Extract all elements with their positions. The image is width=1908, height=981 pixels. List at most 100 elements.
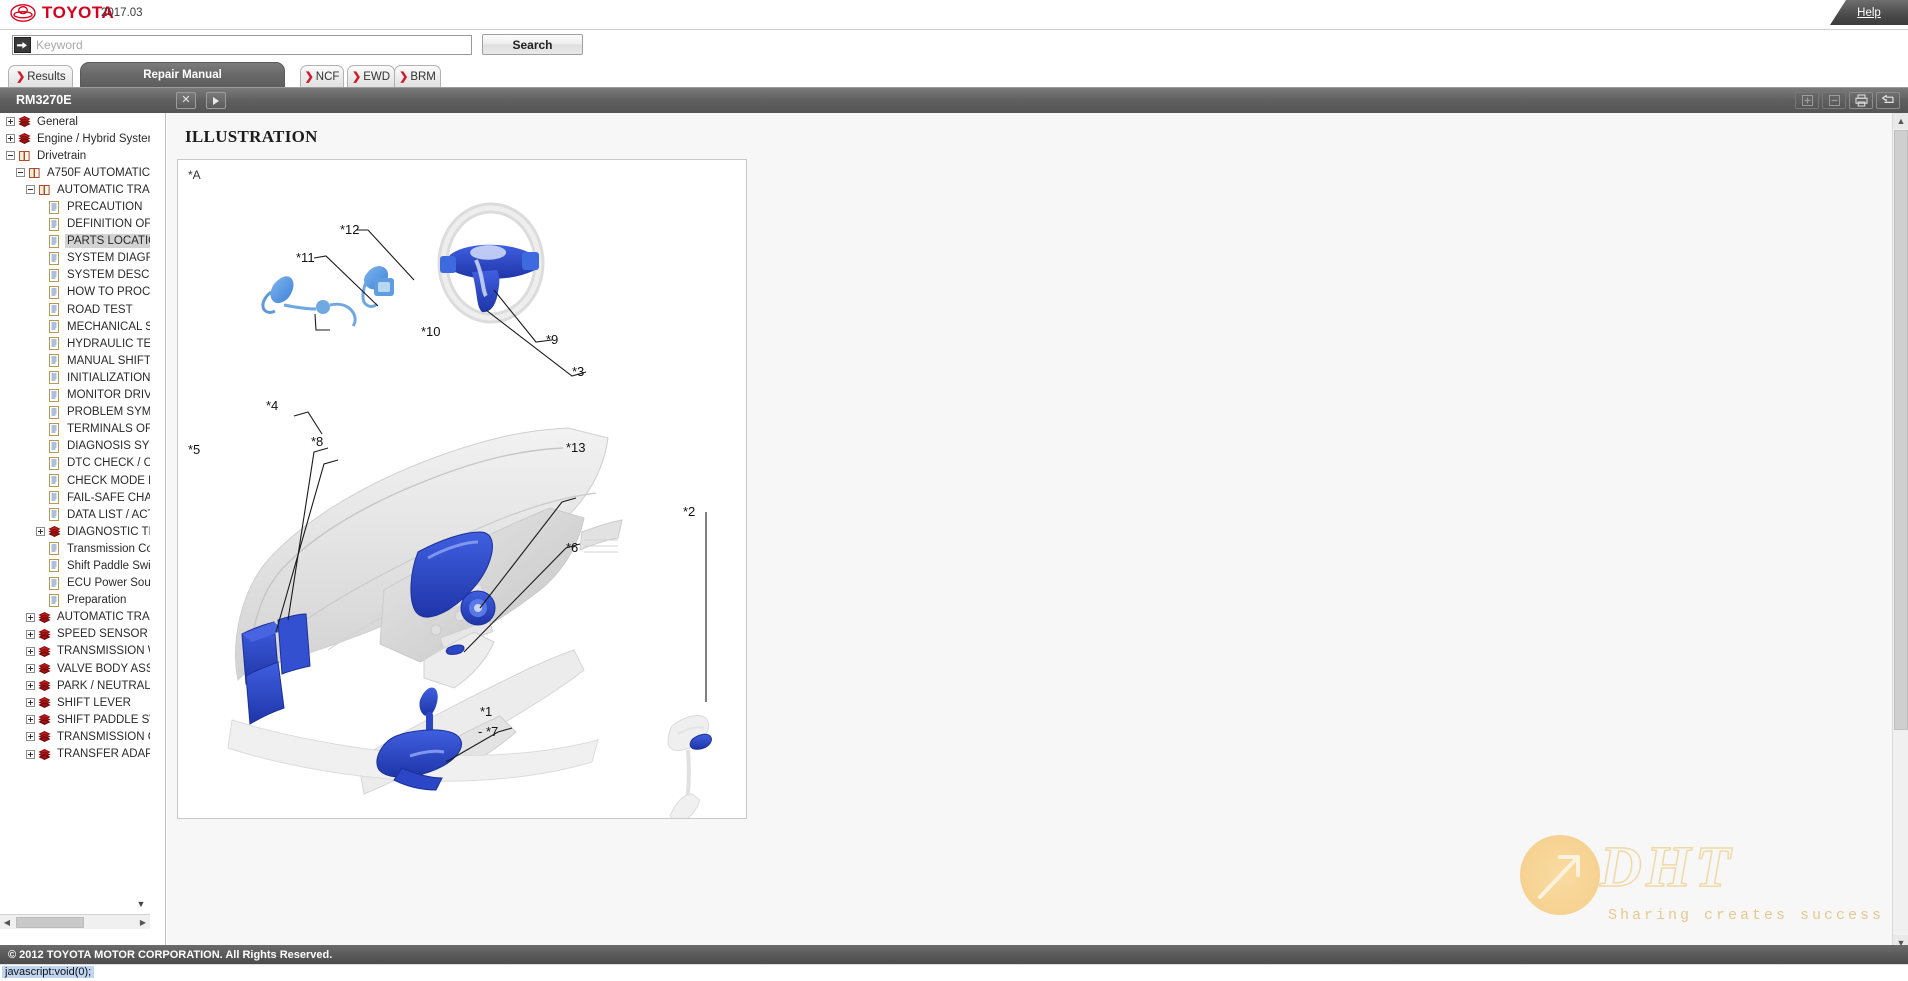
toyota-logo: TOYOTA — [10, 3, 114, 23]
tree-item-20[interactable]: DTC CHECK / CLEAR — [0, 455, 150, 472]
print-button[interactable] — [1849, 92, 1873, 109]
navigation-sidebar[interactable]: General Engine / Hybrid System Drivetrain A… — [0, 113, 166, 951]
tree-item-label: Drivetrain — [37, 149, 87, 162]
tree-item-28[interactable]: Preparation — [0, 592, 150, 609]
tree-item-31[interactable]: TRANSMISSION WIRE — [0, 643, 150, 660]
callout-5-label: *5 — [188, 442, 200, 457]
page-icon — [48, 491, 61, 505]
expand-icon[interactable] — [26, 612, 35, 622]
tab-ewd[interactable]: ❯ EWD — [347, 65, 395, 87]
tree-item-5[interactable]: PRECAUTION — [0, 198, 150, 215]
tree-item-27[interactable]: ECU Power Source Circuit — [0, 575, 150, 592]
tree-item-label: SYSTEM DIAGRAM — [67, 252, 150, 265]
tree-item-4[interactable]: AUTOMATIC TRANSMISSION SYSTEM — [0, 181, 150, 198]
tree-item-32[interactable]: VALVE BODY ASSEMBLY — [0, 660, 150, 677]
search-input[interactable] — [31, 37, 471, 53]
scrollbar-thumb[interactable] — [16, 916, 84, 928]
tree-item-24[interactable]: DIAGNOSTIC TROUBLE CODE CHART — [0, 523, 150, 540]
expand-icon[interactable] — [26, 715, 35, 725]
expand-all-button[interactable] — [1795, 92, 1819, 109]
tree-item-2[interactable]: Drivetrain — [0, 147, 150, 164]
tree-item-11[interactable]: ROAD TEST — [0, 301, 150, 318]
tree-item-6[interactable]: DEFINITION OF TERMS — [0, 216, 150, 233]
scroll-left-arrow[interactable]: ◀ — [0, 918, 14, 927]
collapse-icon[interactable] — [26, 185, 35, 195]
tree-item-35[interactable]: SHIFT PADDLE SWITCH — [0, 711, 150, 728]
tree-item-25[interactable]: Transmission Control — [0, 540, 150, 557]
search-field-wrapper[interactable] — [12, 35, 472, 55]
expand-icon[interactable] — [6, 134, 15, 144]
tree-item-1[interactable]: Engine / Hybrid System — [0, 130, 150, 147]
plus-box-icon — [1801, 95, 1813, 106]
tree-item-22[interactable]: FAIL-SAFE CHART — [0, 489, 150, 506]
tree-item-12[interactable]: MECHANICAL SYSTEM TEST — [0, 318, 150, 335]
expand-icon[interactable] — [26, 732, 35, 742]
tree-item-26[interactable]: Shift Paddle Switch — [0, 557, 150, 574]
expand-icon[interactable] — [6, 117, 15, 127]
tree-item-3[interactable]: A750F AUTOMATIC TRANSMISSION — [0, 164, 150, 181]
tree-scroll-down-arrow[interactable]: ▼ — [134, 897, 148, 911]
tree-item-18[interactable]: TERMINALS OF ECM — [0, 421, 150, 438]
tree-item-19[interactable]: DIAGNOSIS SYSTEM — [0, 438, 150, 455]
tree-item-9[interactable]: SYSTEM DESCRIPTION — [0, 267, 150, 284]
footer-copyright: © 2012 TOYOTA MOTOR CORPORATION. All Rig… — [0, 945, 1908, 964]
expand-icon[interactable] — [26, 749, 35, 759]
callout-10-label: *10 — [421, 324, 441, 339]
content-vertical-scrollbar[interactable]: ▲ ▼ — [1892, 113, 1908, 951]
search-button[interactable]: Search — [482, 34, 583, 55]
tree-item-21[interactable]: CHECK MODE PROCEDURE — [0, 472, 150, 489]
book-icon — [38, 628, 51, 641]
tree-item-34[interactable]: SHIFT LEVER — [0, 694, 150, 711]
expand-icon[interactable] — [26, 629, 35, 639]
tree-item-17[interactable]: PROBLEM SYMPTOMS TABLE — [0, 404, 150, 421]
tree-item-33[interactable]: PARK / NEUTRAL POSITION SWITCH — [0, 677, 150, 694]
collapse-icon[interactable] — [6, 151, 15, 161]
tab-repair-manual[interactable]: Repair Manual — [80, 62, 285, 87]
tree-item-30[interactable]: SPEED SENSOR — [0, 626, 150, 643]
scroll-right-arrow[interactable]: ▶ — [136, 918, 150, 927]
tree-item-36[interactable]: TRANSMISSION CONTROL — [0, 728, 150, 745]
help-link[interactable]: Help — [1857, 7, 1881, 19]
arrow-right-icon[interactable] — [14, 37, 31, 53]
tab-brm[interactable]: ❯ BRM — [394, 65, 441, 87]
collapse-icon[interactable] — [16, 168, 25, 178]
next-document-button[interactable] — [206, 92, 226, 109]
tree-item-label: AUTOMATIC TRANSMISSION SYSTEM — [57, 183, 150, 196]
tree-item-8[interactable]: SYSTEM DIAGRAM — [0, 250, 150, 267]
tree-item-23[interactable]: DATA LIST / ACTIVE TEST — [0, 506, 150, 523]
tab-ncf[interactable]: ❯ NCF — [300, 65, 344, 87]
content-scrollbar-thumb[interactable] — [1894, 130, 1908, 730]
collapse-all-button[interactable] — [1822, 92, 1846, 109]
expand-icon[interactable] — [26, 698, 35, 708]
back-button[interactable] — [1876, 92, 1900, 109]
book-icon — [18, 115, 31, 128]
tab-results[interactable]: ❯ Results — [8, 65, 73, 87]
tree-item-label: PARTS LOCATION — [65, 234, 150, 249]
tree-item-16[interactable]: MONITOR DRIVE PATTERN — [0, 387, 150, 404]
tree-item-0[interactable]: General — [0, 113, 150, 130]
document-tree[interactable]: General Engine / Hybrid System Drivetrain A… — [0, 113, 150, 933]
tree-horizontal-scrollbar[interactable]: ◀ ▶ — [0, 914, 150, 929]
open-book-icon — [28, 166, 41, 179]
tree-item-29[interactable]: AUTOMATIC TRANSMISSION ASSEMBLY — [0, 609, 150, 626]
tree-item-10[interactable]: HOW TO PROCEED WITH TROUBLESHOOTING — [0, 284, 150, 301]
tree-item-7[interactable]: PARTS LOCATION — [0, 233, 150, 250]
expand-icon[interactable] — [36, 527, 45, 537]
close-document-button[interactable]: ✕ — [176, 92, 196, 109]
tree-item-15[interactable]: INITIALIZATION — [0, 369, 150, 386]
expand-icon[interactable] — [26, 681, 35, 691]
tree-item-label: SYSTEM DESCRIPTION — [67, 269, 150, 282]
tree-item-label: PRECAUTION — [67, 201, 143, 214]
scroll-up-arrow[interactable]: ▲ — [1893, 113, 1908, 129]
expand-icon[interactable] — [26, 646, 35, 656]
tree-item-37[interactable]: TRANSFER ADAPTER — [0, 745, 150, 762]
help-button[interactable]: Help — [1830, 0, 1908, 25]
callout-6-label: *6 — [566, 540, 578, 555]
expand-icon[interactable] — [26, 664, 35, 674]
tree-item-14[interactable]: MANUAL SHIFTING TEST — [0, 352, 150, 369]
tree-item-13[interactable]: HYDRAULIC TEST — [0, 335, 150, 352]
